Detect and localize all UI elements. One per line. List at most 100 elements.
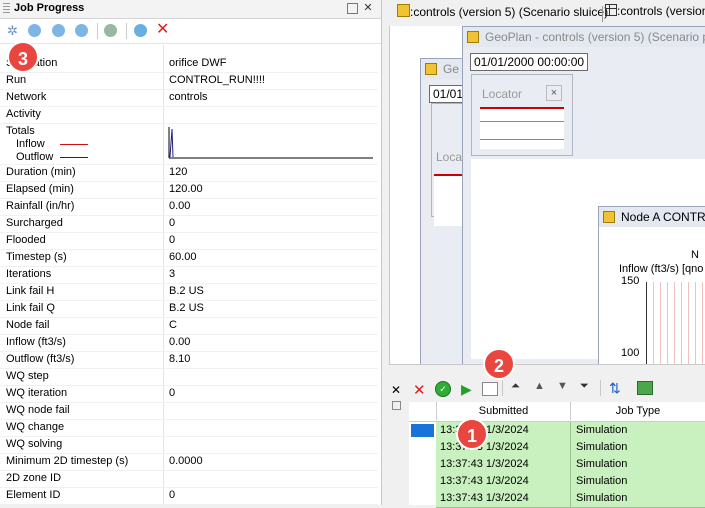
submitted-cell: 13:37:43 1/3/2024: [440, 458, 529, 470]
property-value: 0.00: [169, 336, 191, 348]
property-row: Surcharged 0: [0, 215, 378, 233]
property-value: 60.00: [169, 251, 197, 263]
property-label: Timestep (s): [6, 251, 67, 263]
property-row: Simulationorifice DWF: [0, 55, 378, 73]
property-value: 0: [169, 489, 176, 501]
property-row: Timestep (s) 60.00: [0, 249, 378, 267]
tab-grid-controls[interactable]: :controls (version: [605, 4, 705, 24]
property-row: WQ iteration 0: [0, 385, 378, 403]
outflow-series: [169, 128, 174, 158]
monitor-icon[interactable]: [637, 381, 653, 395]
close-icon[interactable]: ✕: [391, 383, 401, 397]
property-value: orifice DWF: [169, 57, 227, 69]
tab-geoplan-sluice[interactable]: :controls (version 5) (Scenario sluice): [397, 4, 608, 24]
pause-icon[interactable]: [52, 24, 65, 37]
property-label: Duration (min): [6, 166, 76, 178]
property-value: controls: [169, 91, 208, 103]
property-row: Outflow (ft3/s) 8.10: [0, 351, 378, 369]
locator-close-icon[interactable]: ×: [546, 85, 562, 101]
property-row: Rainfall (in/hr) 0.00: [0, 198, 378, 216]
move-up-icon[interactable]: ▲: [534, 380, 545, 392]
property-row: 2D zone ID: [0, 470, 378, 488]
outflow-legend-line: [60, 157, 88, 158]
property-row: WQ solving: [0, 436, 378, 454]
job-type-cell: Simulation: [576, 441, 628, 453]
property-value: 120.00: [169, 183, 203, 195]
property-label: Outflow (ft3/s): [6, 353, 75, 365]
column-job-type[interactable]: Job Type: [571, 402, 705, 420]
node-series-label: Inflow (ft3/s) [qno: [619, 263, 704, 275]
property-value: 0.00: [169, 200, 191, 212]
job-progress-titlebar: Job Progress ✕: [0, 0, 381, 19]
property-row: Run CONTROL_RUN!!!!: [0, 72, 378, 90]
property-label: Link fail H: [6, 285, 55, 297]
abort-icon[interactable]: [134, 24, 147, 37]
restore-icon[interactable]: [392, 401, 401, 410]
property-row: Node fail C: [0, 317, 378, 335]
property-value: 120: [169, 166, 188, 178]
property-row: Element ID 0: [0, 487, 378, 505]
restore-icon[interactable]: [347, 3, 358, 14]
property-label: Elapsed (min): [6, 183, 74, 195]
run-icon[interactable]: [28, 24, 41, 37]
report-icon[interactable]: [482, 382, 498, 396]
property-value: 0: [169, 234, 176, 246]
property-row: WQ step: [0, 368, 378, 386]
node-graph-window[interactable]: Node A CONTR N Inflow (ft3/s) [qno 150 1…: [598, 206, 705, 364]
job-type-cell: Simulation: [576, 458, 628, 470]
drag-grip-icon[interactable]: [3, 3, 10, 14]
table-row[interactable]: 13:37:43 1/3/2024 Simulation: [436, 473, 705, 491]
property-label: Inflow (ft3/s): [6, 336, 66, 348]
move-top-icon[interactable]: ⏶: [511, 380, 520, 393]
property-value: 0: [169, 217, 176, 229]
annotation-badge-3: 3: [7, 41, 39, 73]
run-icon[interactable]: ▶: [461, 381, 472, 398]
row-selector-active[interactable]: [411, 424, 434, 437]
column-submitted[interactable]: Submitted: [437, 402, 571, 420]
table-row[interactable]: 13:37:43 1/3/2024 Simulation: [436, 490, 705, 508]
property-value: 0.0000: [169, 455, 203, 467]
property-label: Element ID: [6, 489, 61, 501]
annotation-badge-2: 2: [483, 348, 515, 380]
stop-icon[interactable]: ✲: [7, 24, 20, 37]
property-value: B.2 US: [169, 302, 204, 314]
property-row: Iterations 3: [0, 266, 378, 284]
property-row: Link fail H B.2 US: [0, 283, 378, 301]
grid-icon: [605, 4, 617, 16]
property-label: WQ solving: [6, 438, 63, 450]
row-header-column: [409, 422, 437, 505]
delete-icon[interactable]: ✕: [156, 22, 169, 38]
locator-map[interactable]: [480, 107, 564, 149]
refresh-icon[interactable]: ⇅: [609, 380, 621, 397]
property-row: WQ change: [0, 419, 378, 437]
property-row: Flooded 0: [0, 232, 378, 250]
job-type-cell: Simulation: [576, 475, 628, 487]
toolbar-divider: [126, 23, 127, 39]
table-row[interactable]: 13:37:43 1/3/2024 Simulation: [436, 456, 705, 474]
property-value: CONTROL_RUN!!!!: [169, 74, 265, 86]
delete-job-icon[interactable]: ✕: [413, 381, 426, 399]
document-tabs: :controls (version 5) (Scenario sluice) …: [389, 0, 705, 27]
job-queue-panel: ✕ ✕ ✓ ▶ ⏶ ▲ ▼ ⏷ ⇅ Submitted Job Type 13:…: [389, 373, 705, 508]
property-row: Activity: [0, 106, 378, 124]
property-label: WQ step: [6, 370, 49, 382]
property-value: 8.10: [169, 353, 191, 365]
panel-title: Job Progress: [14, 2, 85, 14]
move-bottom-icon[interactable]: ⏷: [580, 380, 589, 393]
clock-icon[interactable]: [104, 24, 117, 37]
job-type-cell: Simulation: [576, 424, 628, 436]
property-value: C: [169, 319, 177, 331]
locator-title: Locator: [482, 87, 523, 101]
inflow-legend-line: [60, 144, 88, 145]
close-icon[interactable]: ✕: [362, 2, 374, 14]
property-row: Elapsed (min) 120.00: [0, 181, 378, 199]
move-down-icon[interactable]: ▼: [557, 380, 568, 392]
annotation-badge-1: 1: [456, 418, 488, 450]
step-icon[interactable]: [75, 24, 88, 37]
property-row: Network controls: [0, 89, 378, 107]
submitted-cell: 13:37:43 1/3/2024: [440, 492, 529, 504]
geoplan-icon: [397, 4, 410, 17]
property-value: 0: [169, 387, 176, 399]
check-icon[interactable]: ✓: [435, 381, 451, 397]
job-progress-panel: Job Progress ✕ ✲ ✕ Simulationorifice DWF…: [0, 0, 382, 505]
